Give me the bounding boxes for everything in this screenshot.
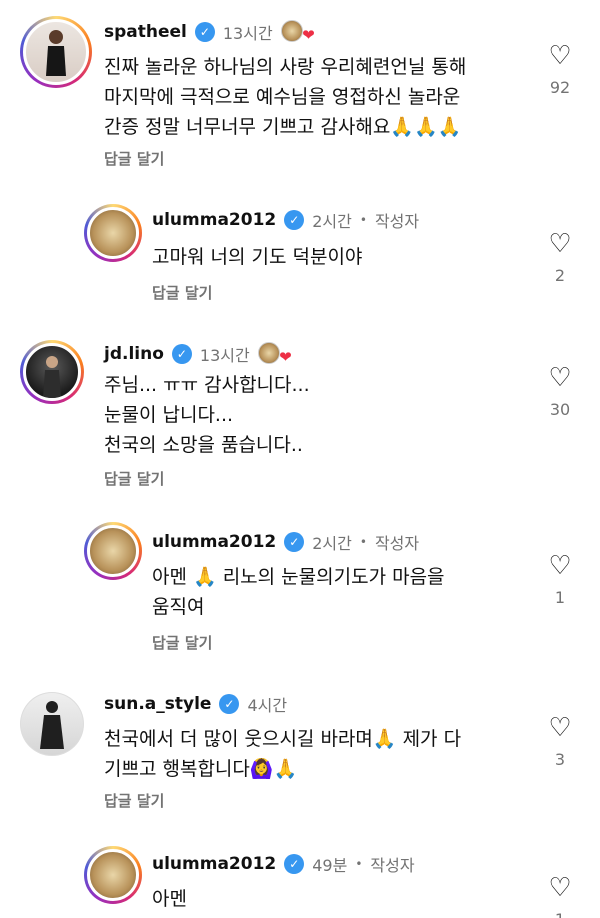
heart-outline-icon[interactable]: ♡ <box>540 42 580 70</box>
username[interactable]: jd.lino <box>104 344 164 364</box>
timestamp: 13시간 <box>199 346 250 365</box>
separator-dot: • <box>355 857 363 871</box>
like-count: 3 <box>554 750 566 769</box>
verified-check-icon: ✓ <box>284 854 305 874</box>
like-count: 1 <box>540 910 580 918</box>
avatar[interactable] <box>20 692 84 756</box>
avatar[interactable] <box>84 204 142 262</box>
timestamp: 13시간 <box>222 24 273 43</box>
comment-text: 아멘 🙏 리노의 눈물의기도가 마음을 움직여 <box>152 566 445 618</box>
timestamp: 2시간 <box>312 212 352 231</box>
separator-dot: • <box>359 535 367 549</box>
author-badge: 작성자 <box>374 534 420 553</box>
author-badge: 작성자 <box>374 212 420 231</box>
heart-outline-icon[interactable]: ♡ <box>540 874 580 902</box>
comment-text: 진짜 놀라운 하나님의 사랑 우리혜련언닐 통해 마지막에 극적으로 예수님을 … <box>104 56 467 138</box>
avatar[interactable] <box>20 16 92 88</box>
avatar[interactable] <box>84 846 142 904</box>
heart-outline-icon[interactable]: ♡ <box>540 552 580 580</box>
comment-text: 천국에서 더 많이 웃으시길 바라며🙏 제가 다 기쁘고 행복합니다🙆‍♀️🙏 <box>104 728 462 780</box>
avatar[interactable] <box>84 522 142 580</box>
reply-button[interactable]: 답글 달기 <box>104 148 164 169</box>
like-count: 1 <box>554 588 566 607</box>
liked-by-author-badge: ❤ <box>257 342 292 366</box>
heart-outline-icon[interactable]: ♡ <box>540 714 580 742</box>
reply-button[interactable]: 답글 달기 <box>104 468 164 489</box>
verified-check-icon: ✓ <box>194 22 215 42</box>
heart-filled-icon: ❤ <box>302 26 315 44</box>
like-count: 92 <box>549 78 571 97</box>
username[interactable]: sun.a_style <box>104 694 211 714</box>
heart-outline-icon[interactable]: ♡ <box>540 230 580 258</box>
liked-by-author-badge: ❤ <box>280 20 315 44</box>
comment-text: 고마워 너의 기도 덕분이야 <box>152 246 363 268</box>
heart-outline-icon[interactable]: ♡ <box>540 364 580 392</box>
timestamp: 4시간 <box>247 696 288 715</box>
separator-dot: • <box>359 213 367 227</box>
comment-text: 주님... ㅠㅠ 감사합니다... 눈물이 납니다... 천국의 소망을 품습니… <box>104 374 310 456</box>
verified-check-icon: ✓ <box>284 210 305 230</box>
like-count: 30 <box>549 400 571 419</box>
heart-filled-icon: ❤ <box>279 348 292 366</box>
reply-button[interactable]: 답글 달기 <box>104 790 164 811</box>
comment-feed: spatheel ✓ 13시간 ❤ 진짜 놀라운 하나님의 사랑 우리혜련언닐 … <box>0 0 600 918</box>
username[interactable]: ulumma2012 <box>152 210 276 230</box>
author-badge: 작성자 <box>370 856 415 875</box>
verified-check-icon: ✓ <box>171 344 192 364</box>
verified-check-icon: ✓ <box>284 532 305 552</box>
timestamp: 2시간 <box>312 534 352 553</box>
reply-button[interactable]: 답글 달기 <box>152 282 212 303</box>
reply-button[interactable]: 답글 달기 <box>152 632 212 653</box>
timestamp: 49분 <box>312 856 348 875</box>
username[interactable]: ulumma2012 <box>152 854 276 874</box>
like-count: 2 <box>554 266 566 285</box>
verified-check-icon: ✓ <box>219 694 240 714</box>
username[interactable]: spatheel <box>104 22 187 42</box>
comment-text: 아멘 <box>152 888 187 910</box>
username[interactable]: ulumma2012 <box>152 532 276 552</box>
avatar[interactable] <box>20 340 84 404</box>
